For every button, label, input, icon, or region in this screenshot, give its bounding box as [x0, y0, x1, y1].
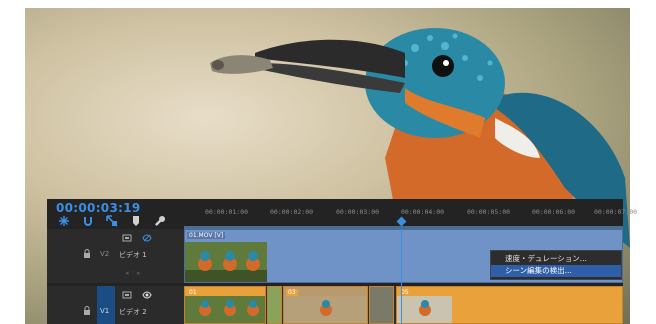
source-patch-v1[interactable]: [97, 286, 115, 324]
playhead-line: [401, 229, 402, 324]
track-id-v2[interactable]: V2: [100, 250, 109, 258]
ruler-tick: 00:00:05:00: [467, 208, 511, 216]
track-name-v2[interactable]: ビデオ 1: [119, 250, 147, 260]
ruler-tick: 00:00:06:00: [532, 208, 576, 216]
clip-thumbnail: [284, 296, 367, 323]
clip-v1[interactable]: [369, 286, 394, 324]
clip-thumbnail: [397, 296, 452, 323]
magnet-icon[interactable]: [81, 214, 95, 228]
lock-icon[interactable]: [83, 249, 91, 258]
clip-v1[interactable]: 05: [396, 286, 623, 324]
time-ruler[interactable]: 00:00:01:00 00:00:02:00 00:00:03:00 00:0…: [184, 199, 637, 229]
track-name-v1[interactable]: ビデオ 2: [119, 307, 147, 317]
lane-v1[interactable]: 01 03 05: [184, 286, 623, 324]
ruler-tick: 00:00:03:00: [336, 208, 380, 216]
track-header-area: 00:00:03:19 V2 ビデオ 1 ◂ ◦ ▸ V1 ビデオ 2: [47, 199, 184, 324]
ruler-tick: 00:00:01:00: [205, 208, 249, 216]
clip-label: 03: [286, 289, 298, 296]
sync-lock-icon[interactable]: [122, 291, 132, 299]
track-header-v2: V2 ビデオ 1 ◂ ◦ ▸: [47, 229, 184, 283]
clip-label: 01: [187, 289, 199, 296]
clip-label: 01.MOV [V]: [187, 232, 226, 239]
lock-icon[interactable]: [83, 306, 91, 315]
eye-icon[interactable]: [142, 291, 152, 299]
menu-item-scene-edit-detection[interactable]: シーン編集の検出...: [491, 265, 621, 277]
track-header-v1: V1 ビデオ 2: [47, 286, 184, 324]
wrench-icon[interactable]: [153, 214, 167, 228]
keyframe-nav-icon[interactable]: ◂ ◦ ▸: [125, 269, 141, 277]
timeline-tools: [57, 214, 167, 228]
playhead-handle[interactable]: [396, 216, 407, 227]
marker-icon[interactable]: [129, 214, 143, 228]
track-id-v1[interactable]: V1: [100, 307, 109, 315]
menu-item-speed-duration[interactable]: 速度・デュレーション...: [491, 253, 621, 265]
linked-selection-icon[interactable]: [105, 214, 119, 228]
context-menu: 速度・デュレーション... シーン編集の検出...: [490, 250, 622, 280]
clip-v1[interactable]: 01: [184, 286, 266, 324]
ruler-tick: 00:00:02:00: [270, 208, 314, 216]
clip-thumbnail: [185, 242, 267, 282]
clip-v1[interactable]: 03: [283, 286, 368, 324]
ruler-tick: 00:00:04:00: [401, 208, 445, 216]
clip-thumbnail: [185, 296, 265, 323]
toggle-output-icon[interactable]: [142, 234, 152, 242]
playhead-timecode[interactable]: 00:00:03:19: [56, 201, 141, 215]
snap-icon[interactable]: [57, 214, 71, 228]
clip-v1[interactable]: [267, 286, 282, 324]
ruler-tick: 00:00:07:00: [594, 208, 638, 216]
sync-lock-icon[interactable]: [122, 234, 132, 242]
